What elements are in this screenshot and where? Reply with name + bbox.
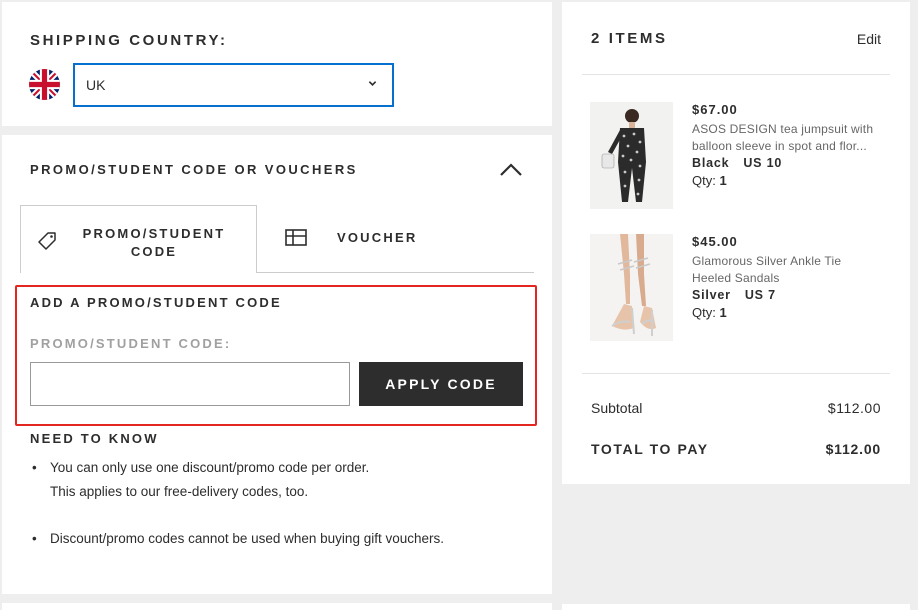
tag-icon [38, 232, 56, 250]
qty-value: 1 [719, 173, 727, 188]
need-to-know-item: • You can only use one discount/promo co… [30, 456, 369, 504]
need-to-know-line: You can only use one discount/promo code… [50, 460, 370, 475]
total-label: TOTAL TO PAY [591, 441, 709, 457]
item-color: Black [692, 156, 730, 170]
bag-item: $67.00 ASOS DESIGN tea jumpsuit with bal… [590, 102, 890, 210]
item-description[interactable]: Glamorous Silver Ankle Tie [692, 253, 888, 270]
item-description[interactable]: Heeled Sandals [692, 270, 888, 287]
voucher-icon [285, 229, 307, 246]
item-color: Silver [692, 288, 731, 302]
promo-code-label: PROMO/STUDENT CODE: [30, 336, 232, 351]
shipping-country-title: SHIPPING COUNTRY: [30, 32, 228, 49]
bullet-icon: • [32, 460, 37, 475]
tab-promo-student-code[interactable]: PROMO/STUDENT CODE [20, 205, 257, 273]
promo-section-title: PROMO/STUDENT CODE OR VOUCHERS [30, 162, 358, 177]
chevron-up-icon[interactable] [498, 161, 524, 179]
subtotal-value: $112.00 [827, 400, 881, 416]
bag-items-count: 2 ITEMS [591, 30, 668, 47]
selected-country: UK [86, 77, 106, 93]
edit-bag-link[interactable]: Edit [857, 31, 881, 47]
next-panel-edge [562, 604, 910, 610]
qty-label: Qty: [692, 305, 716, 320]
item-details: $67.00 ASOS DESIGN tea jumpsuit with bal… [692, 102, 888, 188]
promo-code-input[interactable] [30, 362, 350, 406]
tab-promo-label: PROMO/STUDENT CODE [82, 226, 226, 259]
need-to-know-line: This applies to our free-delivery codes,… [50, 484, 309, 499]
need-to-know-item: • Discount/promo codes cannot be used wh… [30, 527, 444, 551]
item-variant: Silver US 7 [692, 288, 888, 302]
item-price: $45.00 [692, 234, 738, 249]
apply-code-button[interactable]: APPLY CODE [359, 362, 523, 406]
bag-summary-panel: 2 ITEMS Edit $67.00 ASOS DESIGN tea jump… [562, 2, 910, 484]
next-panel-edge [2, 603, 552, 610]
product-image-jumpsuit[interactable] [590, 102, 673, 209]
item-size: US 7 [744, 288, 776, 302]
need-to-know-line: Discount/promo codes cannot be used when… [50, 531, 444, 546]
add-promo-title: ADD A PROMO/STUDENT CODE [30, 295, 282, 310]
tab-voucher-label: VOUCHER [337, 230, 418, 245]
divider [582, 373, 890, 374]
item-quantity: Qty: 1 [692, 305, 888, 320]
item-description[interactable]: balloon sleeve in spot and flor... [692, 138, 888, 155]
item-variant: Black US 10 [692, 156, 888, 170]
shipping-country-panel: SHIPPING COUNTRY: UK [2, 2, 552, 126]
need-to-know-title: NEED TO KNOW [30, 431, 159, 446]
shipping-country-select[interactable]: UK [73, 63, 394, 107]
subtotal-label: Subtotal [591, 400, 643, 416]
qty-label: Qty: [692, 173, 716, 188]
bullet-icon: • [32, 531, 37, 546]
total-value: $112.00 [825, 441, 881, 457]
qty-value: 1 [719, 305, 727, 320]
uk-flag-icon [29, 69, 60, 100]
item-quantity: Qty: 1 [692, 173, 888, 188]
item-description[interactable]: ASOS DESIGN tea jumpsuit with [692, 121, 888, 138]
product-image-sandals[interactable] [590, 234, 673, 341]
bag-item: $45.00 Glamorous Silver Ankle Tie Heeled… [590, 234, 890, 342]
item-details: $45.00 Glamorous Silver Ankle Tie Heeled… [692, 234, 888, 320]
promo-code-panel: PROMO/STUDENT CODE OR VOUCHERS PROMO/STU… [2, 135, 552, 594]
tab-voucher[interactable]: VOUCHER [257, 205, 534, 273]
item-price: $67.00 [692, 102, 738, 117]
divider [582, 74, 890, 75]
chevron-down-icon [368, 81, 377, 86]
item-size: US 10 [743, 156, 783, 170]
